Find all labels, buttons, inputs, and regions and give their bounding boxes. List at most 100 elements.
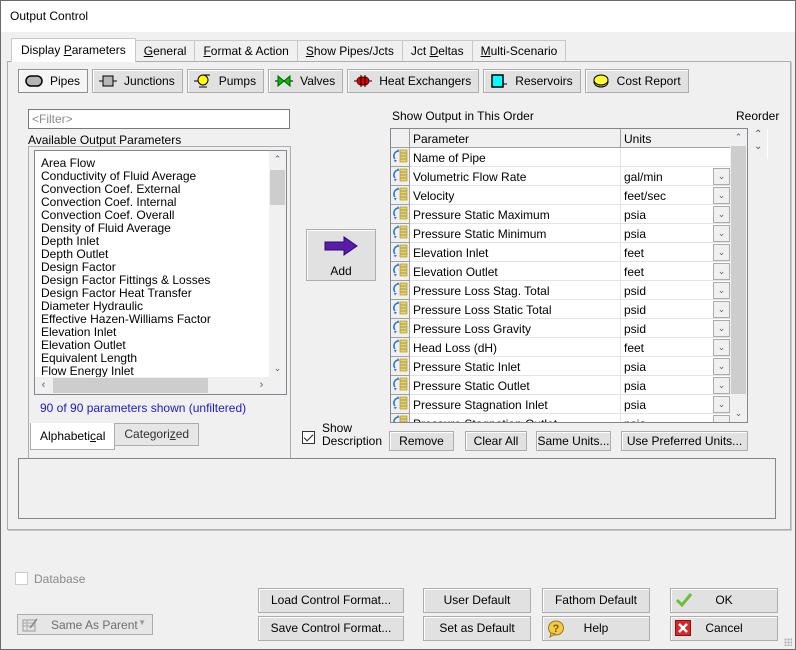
grid-vertical-scrollbar[interactable]: ⌃ ⌄: [730, 129, 747, 422]
tab-general[interactable]: General: [134, 40, 196, 62]
scroll-right-arrow-icon[interactable]: ›: [253, 377, 270, 394]
available-parameters-list[interactable]: Flow Energy Inlet Equivalent Length Elevat…: [34, 150, 287, 395]
tab-alphabetical[interactable]: Alphabetical: [30, 423, 116, 450]
list-item[interactable]: Area Flow: [41, 157, 95, 170]
set-as-default-button[interactable]: Set as Default: [423, 616, 531, 641]
pipes-button[interactable]: Pipes: [18, 69, 89, 93]
checkbox[interactable]: [302, 431, 315, 444]
parameter-cell[interactable]: Volumetric Flow Rate: [410, 167, 621, 186]
scroll-up-arrow-icon[interactable]: ⌃: [269, 151, 286, 168]
row-header[interactable]: [391, 357, 410, 376]
row-header[interactable]: [391, 148, 410, 167]
table-row[interactable]: Pressure Loss Static Total psid ⌄: [391, 300, 731, 319]
column-header-units[interactable]: Units: [621, 129, 731, 148]
column-header-parameter[interactable]: Parameter: [410, 129, 621, 148]
parameter-cell[interactable]: Pressure Loss Gravity: [410, 319, 621, 338]
user-default-button[interactable]: User Default: [423, 588, 531, 613]
tab-display-parameters[interactable]: Display Parameters: [11, 38, 136, 62]
list-item[interactable]: Density of Fluid Average: [41, 222, 171, 235]
parameter-cell[interactable]: Pressure Loss Stag. Total: [410, 281, 621, 300]
parameter-cell[interactable]: Pressure Static Inlet: [410, 357, 621, 376]
table-row[interactable]: Elevation Inlet feet ⌄: [391, 243, 731, 262]
checkbox[interactable]: [15, 572, 28, 585]
row-header[interactable]: [391, 262, 410, 281]
use-preferred-units-button[interactable]: Use Preferred Units...: [621, 431, 748, 451]
table-row[interactable]: Pressure Static Maximum psia ⌄: [391, 205, 731, 224]
load-control-format-button[interactable]: Load Control Format...: [258, 588, 404, 613]
parameter-cell[interactable]: Pressure Stagnation Outlet: [410, 414, 621, 422]
list-item[interactable]: Elevation Inlet: [41, 326, 116, 339]
list-item[interactable]: Design Factor Fittings & Losses: [41, 274, 210, 287]
scroll-down-arrow-icon[interactable]: ⌄: [730, 405, 747, 422]
tab-show-pipes-jcts[interactable]: Show Pipes/Jcts: [296, 40, 403, 62]
list-item[interactable]: Conductivity of Fluid Average: [41, 170, 196, 183]
table-row[interactable]: Name of Pipe: [391, 148, 731, 167]
row-header[interactable]: [391, 205, 410, 224]
list-item[interactable]: Convection Coef. External: [41, 183, 180, 196]
pumps-button[interactable]: Pumps: [186, 69, 265, 93]
row-header[interactable]: [391, 167, 410, 186]
table-row[interactable]: Elevation Outlet feet ⌄: [391, 262, 731, 281]
save-control-format-button[interactable]: Save Control Format...: [258, 616, 404, 641]
cost-report-button[interactable]: Cost Report: [584, 69, 689, 93]
row-header[interactable]: [391, 319, 410, 338]
units-dropdown-chevron-icon[interactable]: ⌄: [713, 377, 730, 394]
table-row[interactable]: Volumetric Flow Rate gal/min ⌄: [391, 167, 731, 186]
tab-categorized[interactable]: Categorized: [114, 423, 200, 446]
row-header[interactable]: [391, 376, 410, 395]
units-dropdown-chevron-icon[interactable]: ⌄: [713, 415, 730, 422]
scroll-left-arrow-icon[interactable]: ‹: [35, 377, 52, 394]
same-units-button[interactable]: Same Units...: [536, 431, 611, 451]
row-header[interactable]: [391, 338, 410, 357]
available-list-vertical-scrollbar[interactable]: ⌃ ⌄: [269, 151, 286, 377]
available-list-horizontal-scrollbar[interactable]: ‹ ›: [35, 377, 270, 394]
units-dropdown-chevron-icon[interactable]: ⌄: [713, 320, 730, 337]
move-down-icon[interactable]: ⌄: [754, 141, 762, 152]
parameter-cell[interactable]: Pressure Static Outlet: [410, 376, 621, 395]
tab-format-action[interactable]: Format & Action: [194, 40, 298, 62]
list-item[interactable]: Elevation Outlet: [41, 339, 126, 352]
list-item[interactable]: Effective Hazen-Williams Factor: [41, 313, 211, 326]
parameter-cell[interactable]: Pressure Static Minimum: [410, 224, 621, 243]
list-item[interactable]: Depth Inlet: [41, 235, 99, 248]
reservoirs-button[interactable]: Reservoirs: [483, 69, 581, 93]
units-dropdown-chevron-icon[interactable]: ⌄: [713, 282, 730, 299]
table-row[interactable]: Head Loss (dH) feet ⌄: [391, 338, 731, 357]
same-as-parent-dropdown[interactable]: Same As Parent ▼: [17, 614, 153, 635]
list-item[interactable]: Depth Outlet: [41, 248, 108, 261]
parameter-cell[interactable]: Elevation Inlet: [410, 243, 621, 262]
resize-grip[interactable]: [784, 638, 792, 646]
add-button[interactable]: Add: [306, 229, 376, 281]
scroll-thumb[interactable]: [270, 170, 285, 205]
row-header[interactable]: [391, 281, 410, 300]
units-dropdown-chevron-icon[interactable]: ⌄: [713, 244, 730, 261]
parameter-cell[interactable]: Pressure Loss Static Total: [410, 300, 621, 319]
table-row[interactable]: Pressure Static Minimum psia ⌄: [391, 224, 731, 243]
table-row[interactable]: Pressure Stagnation Outletpsia⌄: [391, 414, 731, 422]
ok-button[interactable]: OK: [670, 588, 778, 613]
scroll-thumb[interactable]: [731, 146, 746, 394]
fathom-default-button[interactable]: Fathom Default: [542, 588, 650, 613]
row-header[interactable]: [391, 414, 410, 422]
list-item[interactable]: Design Factor: [41, 261, 116, 274]
table-row[interactable]: Pressure Stagnation Inlet psia ⌄: [391, 395, 731, 414]
remove-button[interactable]: Remove: [389, 431, 454, 451]
table-row[interactable]: Pressure Static Inlet psia ⌄: [391, 357, 731, 376]
row-header[interactable]: [391, 300, 410, 319]
tab-multi-scenario[interactable]: Multi-Scenario: [471, 40, 567, 62]
tab-jct-deltas[interactable]: Jct Deltas: [401, 40, 473, 62]
row-header[interactable]: [391, 186, 410, 205]
heat-exchangers-button[interactable]: Heat Exchangers: [347, 69, 480, 93]
list-item[interactable]: Convection Coef. Internal: [41, 196, 176, 209]
parameter-cell[interactable]: Name of Pipe: [410, 148, 621, 167]
scroll-down-arrow-icon[interactable]: ⌄: [269, 360, 286, 377]
list-item[interactable]: Diameter Hydraulic: [41, 300, 143, 313]
row-header[interactable]: [391, 395, 410, 414]
list-item[interactable]: Convection Coef. Overall: [41, 209, 174, 222]
list-item[interactable]: Equivalent Length: [41, 352, 137, 365]
filter-input[interactable]: <Filter>: [28, 109, 290, 129]
units-dropdown-chevron-icon[interactable]: ⌄: [713, 225, 730, 242]
units-dropdown-chevron-icon[interactable]: ⌄: [713, 187, 730, 204]
units-dropdown-chevron-icon[interactable]: ⌄: [713, 168, 730, 185]
scroll-thumb[interactable]: [53, 378, 208, 393]
